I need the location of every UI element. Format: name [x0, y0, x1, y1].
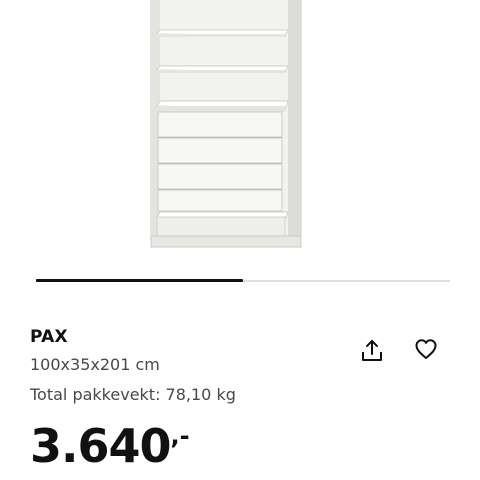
heart-icon — [415, 339, 437, 359]
share-button[interactable] — [356, 335, 388, 367]
product-package-weight: Total pakkevekt: 78,10 kg — [30, 385, 236, 404]
wardrobe-illustration — [150, 0, 302, 248]
product-page: PAX 100x35x201 cm Total pakkevekt: 78,10… — [0, 0, 480, 480]
carousel-progress-indicator — [36, 279, 243, 282]
product-price: 3.640,- — [30, 418, 190, 474]
image-carousel-progress[interactable] — [36, 279, 450, 282]
favourite-button[interactable] — [410, 333, 442, 365]
product-name[interactable]: PAX — [30, 326, 350, 348]
product-image[interactable] — [0, 0, 480, 262]
price-amount: 3.640 — [30, 419, 172, 473]
product-dimensions: 100x35x201 cm — [30, 355, 160, 374]
product-info: PAX 100x35x201 cm Total pakkevekt: 78,10… — [30, 326, 350, 406]
share-icon — [362, 340, 382, 361]
price-suffix: ,- — [170, 422, 190, 450]
